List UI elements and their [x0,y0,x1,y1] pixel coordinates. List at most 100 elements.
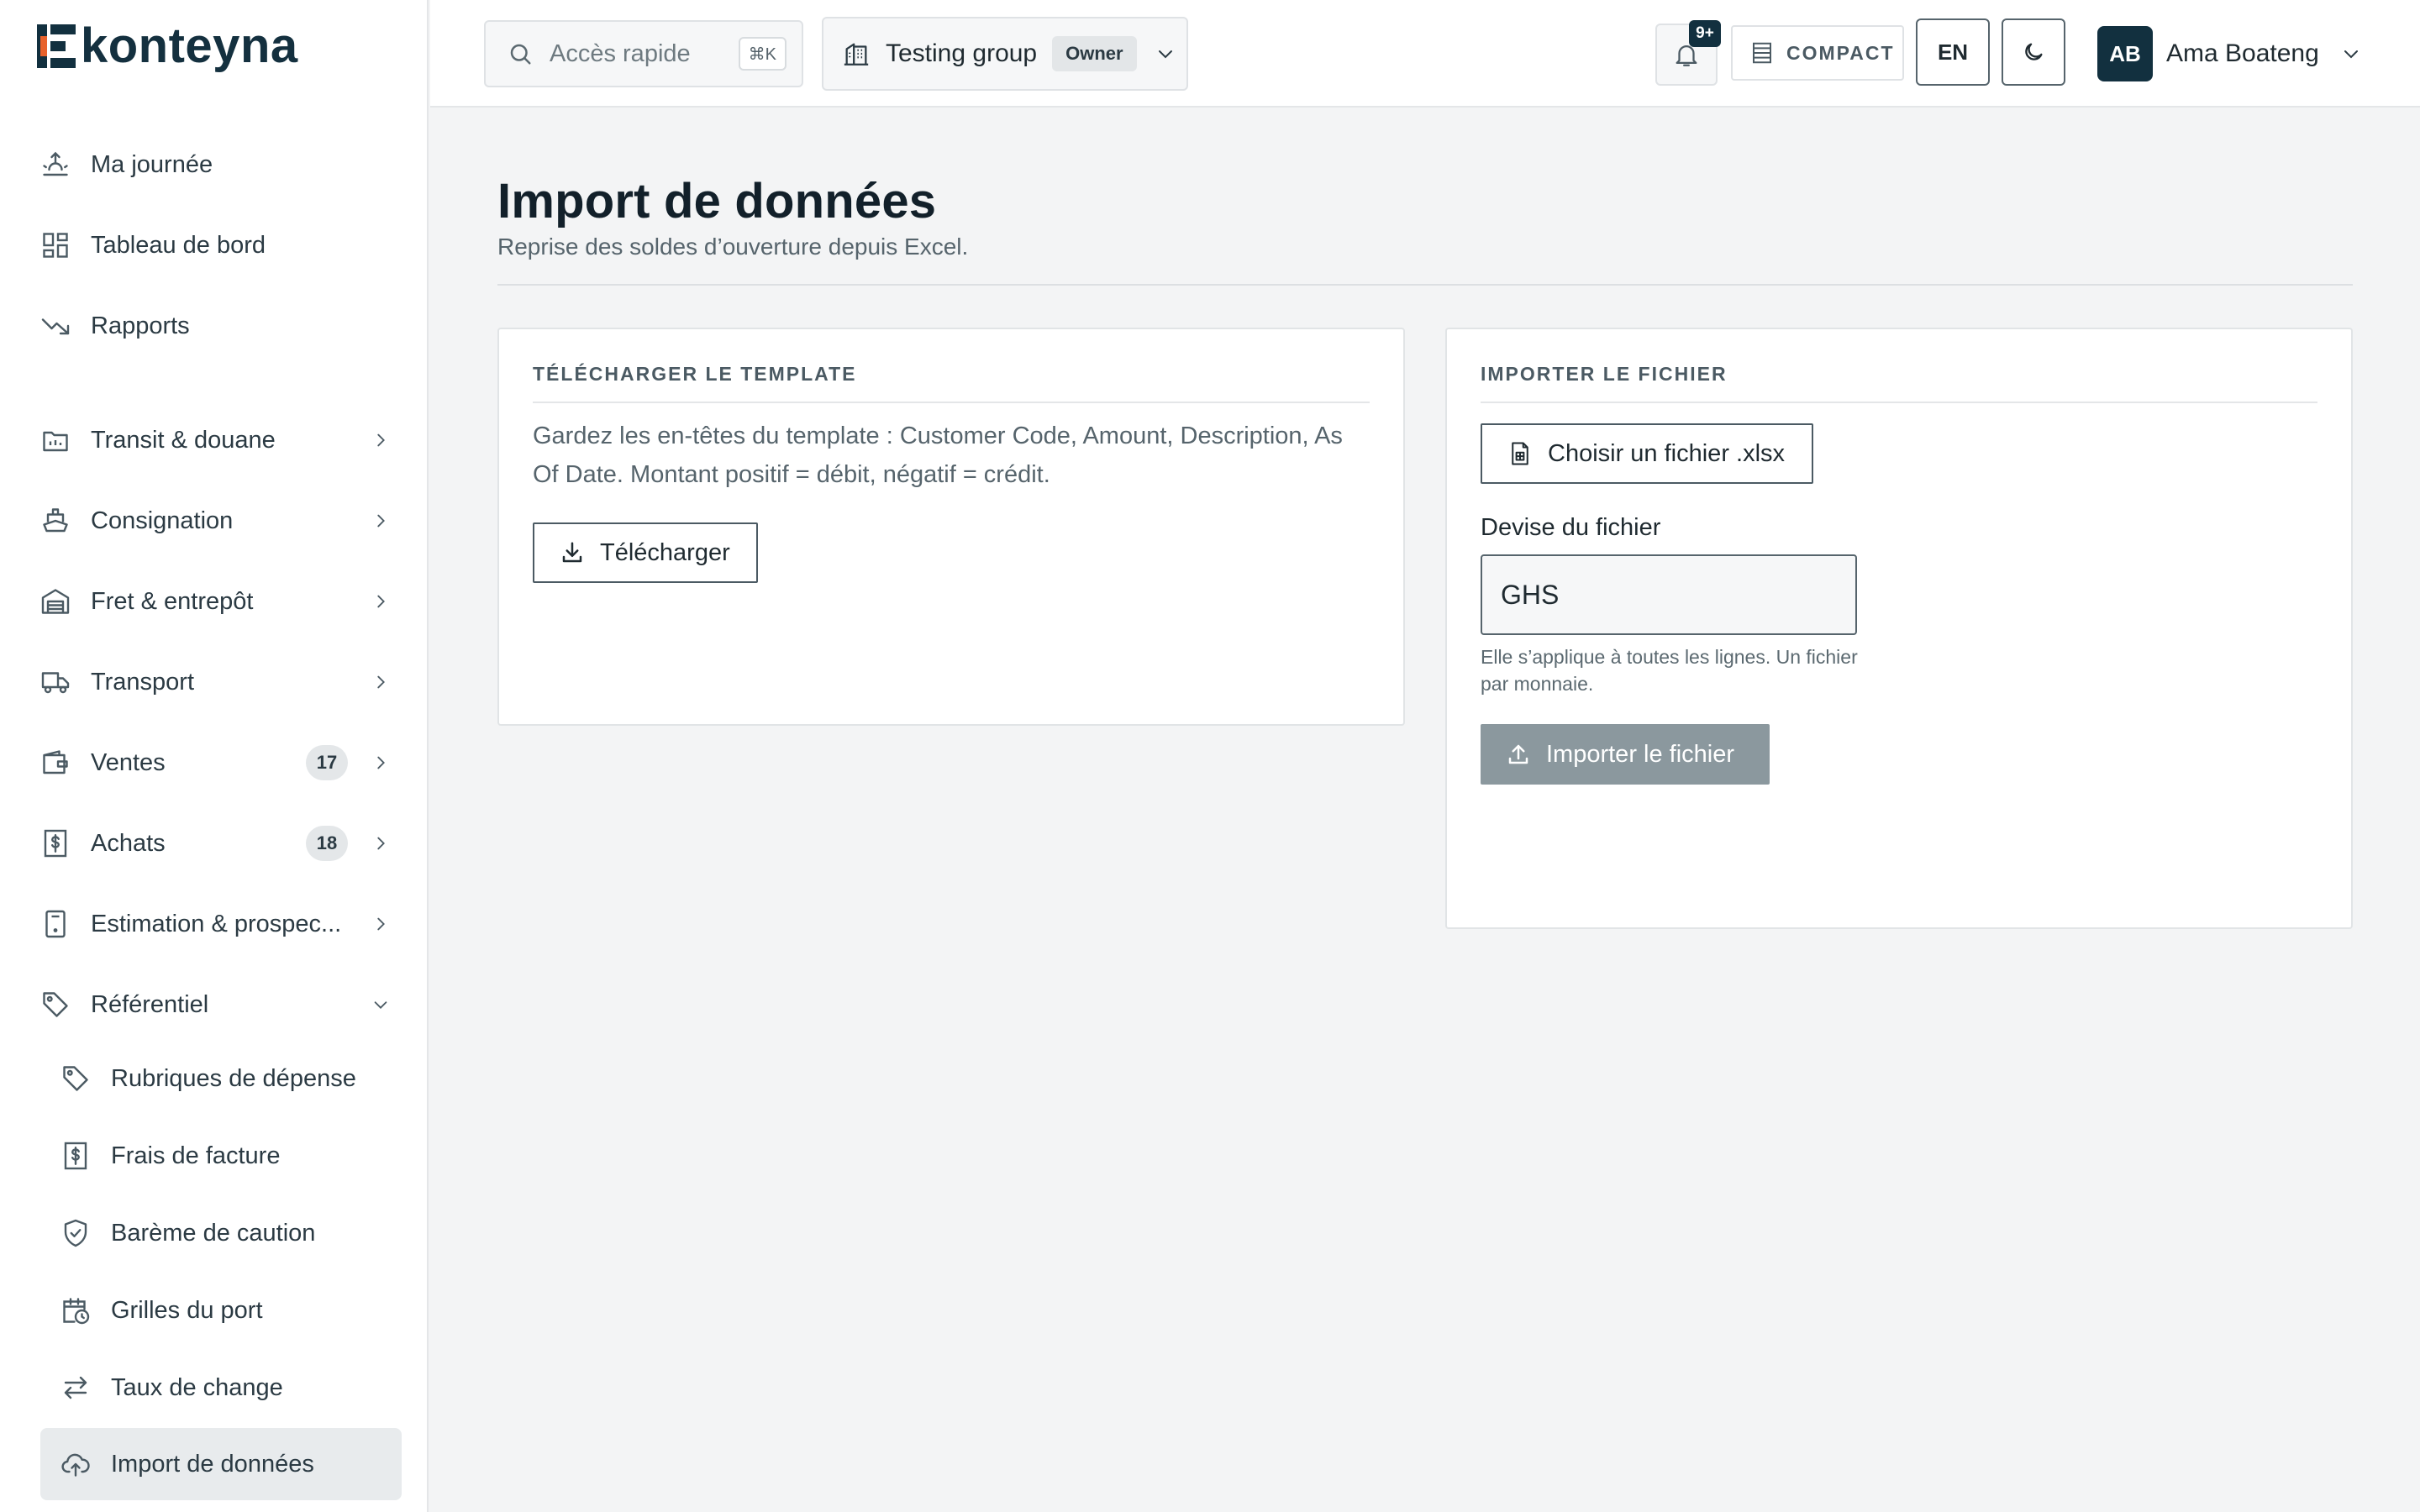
count-badge: 17 [306,745,348,780]
download-template-button[interactable]: Télécharger [533,522,758,583]
logo-text: konteyna [81,18,298,73]
count-badge: 18 [306,826,348,861]
folder-icon [43,431,68,452]
sidebar-item-rapports[interactable]: Rapports [40,290,402,362]
sidebar-item-label: Transit & douane [91,426,276,454]
sidebar-item-label: Achats [91,829,166,857]
density-label: COMPACT [1786,41,1895,64]
sidebar-subitem-frais-de-facture[interactable]: Frais de facture [40,1120,402,1192]
logo[interactable]: konteyna [37,22,298,71]
chevron-down-icon [374,1001,387,1009]
sidebar-item-transport[interactable]: Transport [40,646,402,718]
import-file-button[interactable]: Importer le fichier [1481,724,1770,785]
sidebar-item-label: Ma journée [91,150,213,178]
sidebar-item-label: Rapports [91,312,190,339]
language-switcher[interactable]: EN [1916,18,1990,86]
import-file-label: Importer le fichier [1546,740,1735,768]
chevron-right-icon [377,595,385,608]
sidebar-item-tableau-de-bord[interactable]: Tableau de bord [40,209,402,281]
moon-icon [2025,43,2043,60]
sunrise-icon [43,151,68,176]
divider [497,284,2353,286]
notifications-button[interactable]: 9+ [1655,20,1721,86]
density-toggle-button[interactable]: COMPACT [1731,25,1904,81]
ship-icon [43,508,68,533]
card-heading: TÉLÉCHARGER LE TEMPLATE [533,363,1370,403]
trending-down-icon [41,318,70,335]
sidebar-item-ventes[interactable]: Ventes 17 [40,727,402,799]
sidebar-subitem-taux-de-change[interactable]: Taux de change [40,1352,402,1424]
template-card: TÉLÉCHARGER LE TEMPLATE Gardez les en-tê… [497,328,1405,726]
shield-check-icon [64,1219,87,1247]
currency-field-label: Devise du fichier [1481,514,1661,541]
choose-file-label: Choisir un fichier .xlsx [1548,439,1786,467]
chevron-right-icon [377,675,385,689]
calendar-clock-icon [63,1298,90,1325]
keyboard-shortcut-hint: ⌘K [738,37,786,71]
sidebar-item-label: Fret & entrepôt [91,587,254,615]
topbar: Accès rapide ⌘K Testing group Owner 9+ C… [430,0,2420,108]
group-name: Testing group [886,39,1038,67]
sidebar-item-label: Rubriques de dépense [111,1064,356,1092]
calculator-icon [45,910,66,938]
truck-icon [41,672,70,694]
dollar-receipt-icon [44,829,67,858]
sidebar-item-label: Taux de change [111,1373,283,1401]
dollar-receipt-icon [64,1142,87,1170]
sidebar-item-label: Transport [91,668,195,696]
import-card: IMPORTER LE FICHIER Choisir un fichier .… [1445,328,2353,929]
konteyna-logo-icon [37,24,76,68]
chevron-down-icon [2344,50,2358,59]
notification-count-badge: 9+ [1689,20,1721,47]
cloud-upload-icon [61,1453,90,1477]
theme-toggle-button[interactable] [2002,18,2065,86]
tag-icon [63,1066,88,1091]
role-badge: Owner [1052,36,1137,71]
sidebar-item-label: Frais de facture [111,1142,281,1169]
choose-file-button[interactable]: Choisir un fichier .xlsx [1481,423,1813,484]
sidebar-item-label: Import de données [111,1450,314,1478]
template-instructions: Gardez les en-têtes du template : Custom… [533,423,1343,488]
building-icon [844,43,869,66]
page-subtitle: Reprise des soldes d’ouverture depuis Ex… [497,234,969,260]
sidebar-item-estimation[interactable]: Estimation & prospec... [40,888,402,960]
warehouse-icon [41,589,70,614]
group-switcher[interactable]: Testing group Owner [822,17,1188,91]
sidebar-item-label: Consignation [91,507,234,534]
sidebar-item-label: Référentiel [91,990,209,1018]
currency-select[interactable]: GHS [1481,554,1857,635]
sidebar: konteyna Ma journée Tableau de bord Rapp… [0,0,429,1512]
wallet-icon [43,750,68,774]
download-template-label: Télécharger [600,538,730,566]
sidebar-item-ma-journee[interactable]: Ma journée [40,129,402,201]
sidebar-item-transit-douane[interactable]: Transit & douane [40,404,402,476]
sidebar-subitem-bareme-de-caution[interactable]: Barème de caution [40,1197,402,1269]
chevron-right-icon [377,756,385,769]
quick-access-search[interactable]: Accès rapide ⌘K [484,20,803,87]
dashboard-icon [43,233,68,258]
page-title: Import de données [497,174,937,228]
tag-icon [43,992,68,1017]
rows-icon [1753,42,1771,64]
sidebar-subitem-grilles-du-port[interactable]: Grilles du port [40,1274,402,1347]
file-spreadsheet-icon [1512,442,1528,465]
sidebar-item-referentiel[interactable]: Référentiel [40,969,402,1041]
sidebar-subitem-rubriques-de-depense[interactable]: Rubriques de dépense [40,1042,402,1115]
download-icon [562,542,582,563]
user-name: Ama Boateng [2166,39,2319,67]
sidebar-item-achats[interactable]: Achats 18 [40,807,402,879]
chevron-right-icon [377,917,385,931]
sidebar-item-label: Barème de caution [111,1219,316,1247]
swap-arrows-icon [64,1376,87,1399]
upload-icon [1508,744,1528,764]
chevron-right-icon [377,837,385,850]
sidebar-item-consignation[interactable]: Consignation [40,485,402,557]
chevron-right-icon [377,514,385,528]
user-menu[interactable]: AB Ama Boateng [2097,25,2361,82]
sidebar-item-label: Estimation & prospec... [91,910,342,937]
sidebar-subitem-import-de-donnees[interactable]: Import de données [40,1428,402,1500]
sidebar-item-fret-entrepot[interactable]: Fret & entrepôt [40,565,402,638]
chevron-right-icon [377,433,385,447]
chevron-down-icon [1158,50,1172,59]
avatar: AB [2097,26,2153,81]
